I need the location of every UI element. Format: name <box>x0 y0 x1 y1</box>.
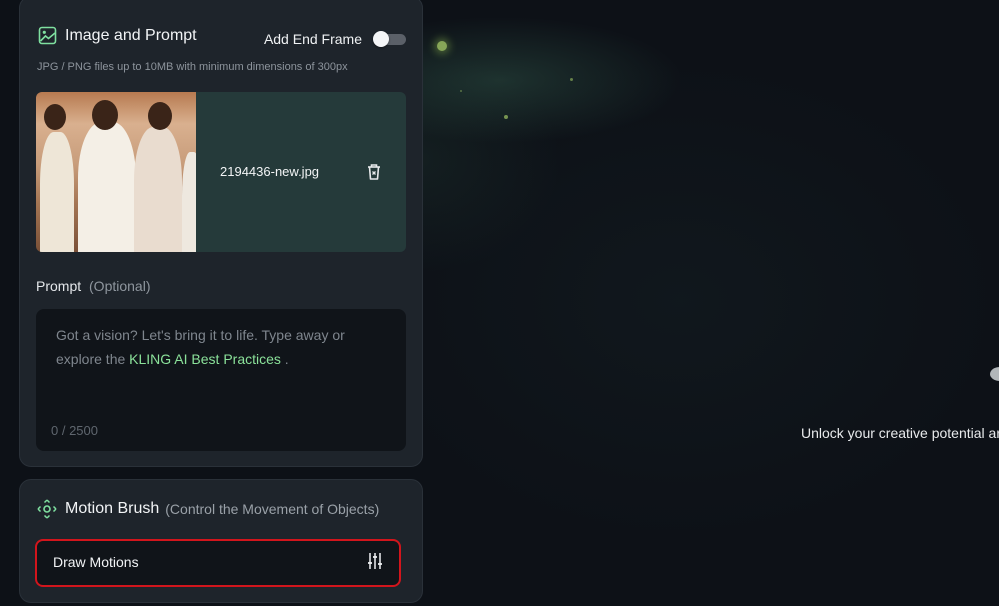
best-practices-link[interactable]: KLING AI Best Practices <box>129 351 281 367</box>
draw-motions-label: Draw Motions <box>53 554 139 570</box>
draw-motions-button[interactable]: Draw Motions <box>35 539 401 587</box>
panel-subtitle: (Control the Movement of Objects) <box>165 501 380 517</box>
motion-brush-icon <box>37 499 57 519</box>
upload-hint: JPG / PNG files up to 10MB with minimum … <box>37 61 348 73</box>
prompt-textarea[interactable]: Got a vision? Let's bring it to life. Ty… <box>36 309 406 451</box>
image-icon <box>38 26 57 45</box>
background-glow <box>380 0 999 606</box>
end-frame-control: Add End Frame <box>263 30 406 47</box>
image-prompt-panel: Image and Prompt Add End Frame JPG / PNG… <box>19 0 423 467</box>
glow-particle <box>570 78 573 81</box>
uploaded-image-card[interactable]: 2194436-new.jpg <box>36 92 406 252</box>
trash-icon[interactable] <box>366 163 382 181</box>
prompt-label-text: Prompt <box>36 278 82 294</box>
motion-brush-header: Motion Brush (Control the Movement of Ob… <box>37 499 379 519</box>
placeholder-line: explore the <box>56 351 126 367</box>
prompt-placeholder: Got a vision? Let's bring it to life. Ty… <box>56 323 386 371</box>
placeholder-suffix: . <box>284 351 289 367</box>
prompt-label: Prompt (Optional) <box>36 278 150 294</box>
glow-particle <box>460 90 462 92</box>
toggle-knob <box>373 30 389 47</box>
end-frame-label: Add End Frame <box>263 31 362 47</box>
end-frame-toggle[interactable] <box>373 30 406 47</box>
file-name: 2194436-new.jpg <box>220 164 320 179</box>
panel-title: Image and Prompt <box>65 26 197 44</box>
image-prompt-header: Image and Prompt <box>38 26 197 45</box>
prompt-optional-text: (Optional) <box>89 278 151 294</box>
glow-particle <box>437 41 447 51</box>
motion-brush-panel: Motion Brush (Control the Movement of Ob… <box>19 479 423 603</box>
glow-particle <box>504 115 508 119</box>
character-counter: 0 / 2500 <box>51 423 98 438</box>
panel-title: Motion Brush <box>65 500 160 517</box>
image-thumbnail <box>36 92 196 252</box>
placeholder-line: Got a vision? Let's bring it to life. Ty… <box>56 327 345 343</box>
sliders-icon <box>368 553 382 569</box>
empty-state-message: Unlock your creative potential ar <box>801 425 999 441</box>
